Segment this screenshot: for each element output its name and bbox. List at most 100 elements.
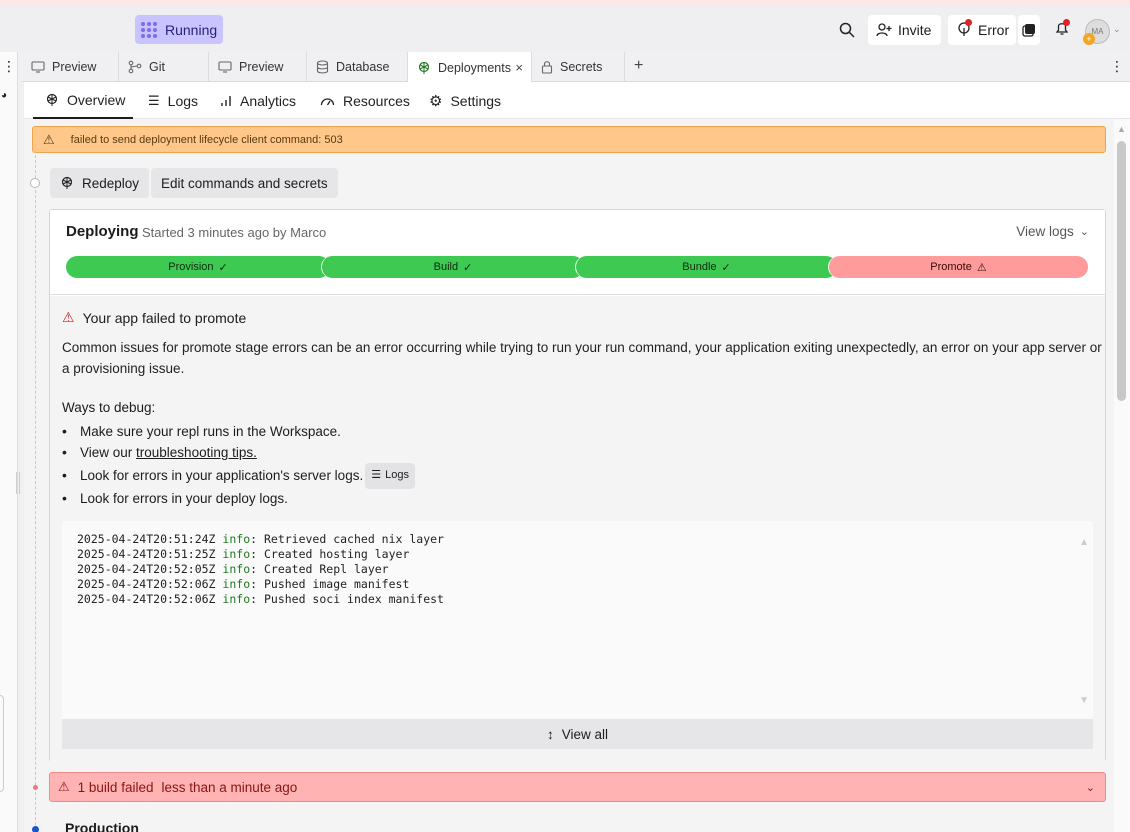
subtab-overview[interactable]: Overview [33, 82, 133, 119]
scrollbar-thumb[interactable] [1117, 141, 1126, 401]
tab-deployments[interactable]: Deployments × [408, 52, 532, 83]
production-title: Production [65, 820, 139, 832]
tab-database[interactable]: Database [307, 52, 408, 82]
log-line: 2025-04-24T20:51:25Z info: Created hosti… [77, 547, 444, 562]
resize-handle[interactable] [16, 472, 20, 494]
git-icon [128, 60, 142, 74]
more-vertical-icon[interactable]: ⋮ [2, 58, 16, 75]
tab-bar: Preview Git Preview Database Deployments… [22, 52, 1130, 83]
tip-text: Look for errors in your deploy logs. [80, 491, 288, 506]
tab-label: Preview [52, 60, 97, 74]
run-status-label: Running [165, 21, 218, 38]
log-line: 2025-04-24T20:52:06Z info: Pushed soci i… [77, 592, 444, 607]
warning-icon: ⚠ [976, 261, 987, 274]
log-line: 2025-04-24T20:51:24Z info: Retrieved cac… [77, 532, 444, 547]
panel-edge [0, 695, 4, 792]
log-timestamp: 2025-04-24T20:52:06Z [77, 577, 216, 591]
view-logs-label: View logs [1016, 224, 1074, 239]
scroll-up-icon[interactable]: ▲ [1079, 537, 1089, 548]
troubleshooting-link[interactable]: troubleshooting tips. [136, 442, 257, 463]
subtab-label: Overview [67, 91, 126, 108]
vertical-scrollbar[interactable]: ▲ [1114, 119, 1130, 832]
monitor-icon [218, 61, 232, 73]
view-all-button[interactable]: ↕ View all [62, 719, 1093, 749]
stage-build: Build ✓ [321, 256, 584, 278]
invite-button[interactable]: Invite [868, 15, 941, 45]
warning-icon: ⚠ [62, 309, 75, 325]
subtab-label: Logs [167, 92, 199, 109]
redeploy-label: Redeploy [82, 175, 140, 191]
tab-git[interactable]: Git [119, 52, 209, 82]
add-tab-icon[interactable]: + [634, 57, 643, 75]
tab-preview-1[interactable]: Preview [22, 52, 119, 82]
chevron-down-icon[interactable]: ⌄ [1113, 24, 1121, 35]
warning-icon: ⚠ [43, 131, 55, 147]
build-failed-row[interactable]: ⚠ 1 build failed less than a minute ago … [49, 772, 1106, 802]
subtab-resources[interactable]: Resources [320, 82, 410, 119]
tip-text: View our [80, 445, 137, 460]
debug-tips: • Make sure your repl runs in the Workspa… [62, 421, 415, 509]
build-failed-time: less than a minute ago [161, 779, 298, 795]
copy-icon [1022, 24, 1035, 37]
list-item: • Look for errors in your deploy logs. [62, 488, 415, 509]
logs-chip-label: Logs [385, 469, 409, 481]
subtab-label: Resources [343, 92, 410, 109]
list-item: • View our troubleshooting tips. [62, 442, 415, 463]
avatar[interactable]: MA + [1083, 19, 1110, 45]
add-user-icon [876, 23, 892, 37]
deploy-icon [418, 61, 430, 74]
timeline-node-production [32, 826, 39, 832]
error-status-button[interactable]: Error [948, 15, 1016, 45]
close-icon[interactable]: × [515, 60, 523, 75]
logs-chip-button[interactable]: ☰ Logs [365, 462, 415, 489]
scroll-up-icon[interactable]: ▲ [1117, 124, 1126, 134]
subtab-analytics[interactable]: Analytics [220, 82, 296, 119]
log-message: : Created Repl layer [250, 562, 389, 576]
deploy-log-viewer[interactable]: 2025-04-24T20:51:24Z info: Retrieved cac… [62, 521, 1093, 749]
log-line: 2025-04-24T20:52:06Z info: Pushed image … [77, 577, 444, 592]
invite-label: Invite [898, 22, 932, 38]
redeploy-button[interactable]: Redeploy [50, 168, 150, 198]
chevron-down-icon: ⌄ [1079, 226, 1089, 238]
tab-preview-2[interactable]: Preview [209, 52, 307, 82]
deployment-started: Started 3 minutes ago by Marco [142, 225, 327, 240]
gauge-icon[interactable]: ◕ [1, 90, 7, 101]
error-title: ⚠ Your app failed to promote [62, 309, 246, 326]
edit-commands-button[interactable]: Edit commands and secrets [151, 168, 338, 198]
list-icon: ☰ [371, 469, 382, 481]
subtab-label: Analytics [240, 92, 297, 109]
error-title-text: Your app failed to promote [82, 309, 247, 326]
bell-icon[interactable] [1054, 19, 1070, 39]
search-icon[interactable] [838, 21, 856, 39]
tab-secrets[interactable]: Secrets [532, 52, 625, 82]
deployments-pane: Overview ☰ Logs Analytics Resources ⚙ Se… [24, 82, 1130, 832]
list-icon: ☰ [148, 92, 160, 108]
top-bar: Running Invite Error MA + ⌄ [0, 6, 1130, 52]
stage-provision: Provision ✓ [66, 256, 330, 278]
chevron-down-icon: ⌄ [1085, 781, 1095, 794]
timeline-line [35, 145, 36, 832]
tip-text: Make sure your repl runs in the Workspac… [80, 424, 341, 439]
subtab-logs[interactable]: ☰ Logs [148, 82, 198, 119]
run-status-button[interactable]: Running [135, 15, 223, 44]
edit-commands-label: Edit commands and secrets [161, 175, 328, 191]
build-failed-label: 1 build failed [77, 779, 154, 795]
running-icon [141, 21, 157, 38]
stage-label: Promote [930, 261, 972, 273]
log-message: : Created hosting layer [250, 547, 410, 561]
more-vertical-icon[interactable]: ⋮ [1110, 58, 1124, 75]
deploy-icon [61, 176, 73, 189]
gear-icon: ⚙ [429, 92, 443, 110]
deployment-status: Deploying [66, 223, 139, 240]
subtab-settings[interactable]: ⚙ Settings [429, 82, 501, 119]
plus-badge-icon: + [1083, 33, 1095, 45]
tab-label: Preview [239, 60, 284, 74]
scroll-down-icon[interactable]: ▼ [1079, 695, 1089, 706]
view-all-label: View all [561, 726, 609, 742]
log-level: info [222, 547, 251, 561]
deployment-card: Deploying Started 3 minutes ago by Marco… [49, 209, 1106, 762]
copy-button[interactable] [1018, 15, 1040, 45]
deployment-card-body: ⚠ Your app failed to promote Common issu… [50, 296, 1105, 762]
view-logs-button[interactable]: View logs ⌄ [1016, 224, 1089, 239]
debug-heading: Ways to debug: [62, 400, 156, 415]
